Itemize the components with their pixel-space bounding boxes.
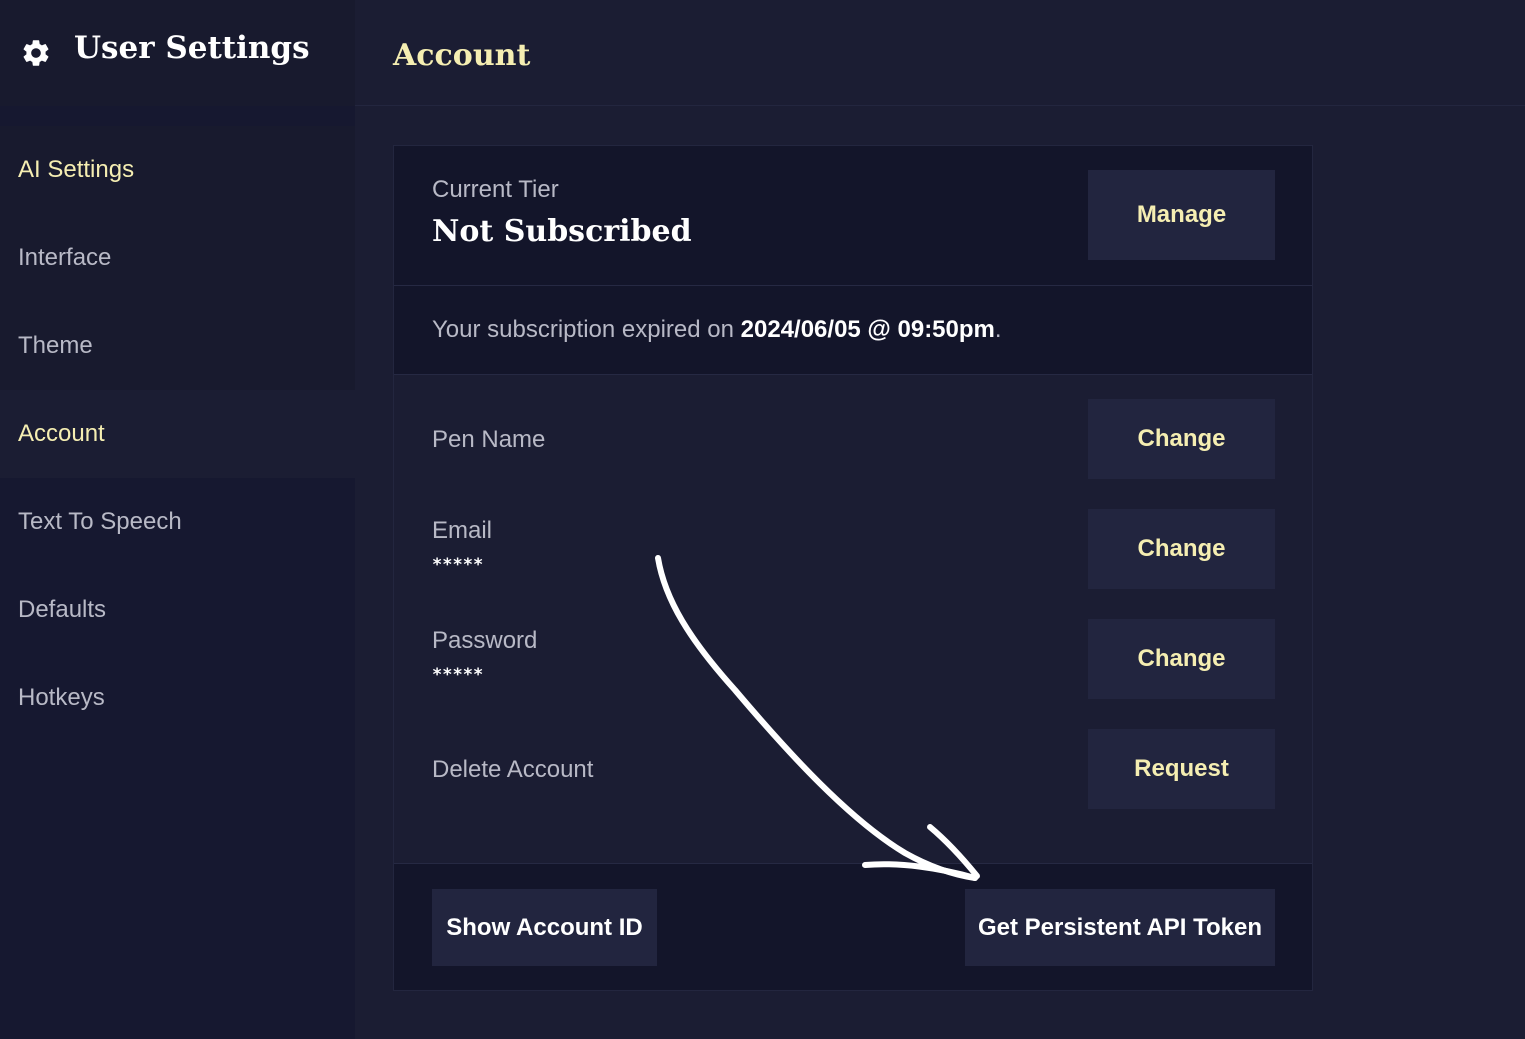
expiry-section: Your subscription expired on 2024/06/05 …: [394, 286, 1312, 375]
sidebar-item-account[interactable]: Account: [0, 390, 355, 478]
sidebar-item-hotkeys[interactable]: Hotkeys: [0, 654, 355, 742]
gear-icon: [23, 40, 49, 66]
sidebar-item-interface[interactable]: Interface: [0, 214, 355, 302]
sidebar-item-theme[interactable]: Theme: [0, 302, 355, 390]
sidebar-item-ai-settings[interactable]: AI Settings: [0, 126, 355, 214]
expiry-suffix: .: [994, 316, 1002, 343]
sidebar: User Settings AI Settings Interface Them…: [0, 0, 355, 1039]
sidebar-item-defaults[interactable]: Defaults: [0, 566, 355, 654]
account-panel: Current Tier Not Subscribed Manage Your …: [393, 145, 1313, 991]
change-password-button[interactable]: Change: [1088, 619, 1275, 699]
main-header: Account: [355, 0, 1525, 106]
get-persistent-api-token-button[interactable]: Get Persistent API Token: [965, 889, 1275, 966]
change-email-button[interactable]: Change: [1088, 509, 1275, 589]
tier-section: Current Tier Not Subscribed Manage: [394, 146, 1312, 286]
expiry-prefix: Your subscription expired on: [432, 316, 734, 343]
fields-section: Pen Name Change Email ***** Change Passw…: [394, 375, 1312, 863]
current-tier-label: Current Tier: [432, 176, 559, 203]
expiry-date: 2024/06/05 @ 09:50pm: [740, 316, 995, 343]
current-tier-value: Not Subscribed: [432, 214, 692, 249]
email-value: *****: [432, 555, 484, 575]
expiry-text: Your subscription expired on 2024/06/05 …: [432, 316, 1002, 344]
sidebar-item-text-to-speech[interactable]: Text To Speech: [0, 478, 355, 566]
email-label: Email: [432, 517, 493, 544]
sidebar-header: User Settings: [0, 0, 355, 106]
pen-name-label: Pen Name: [432, 426, 546, 453]
sidebar-title: User Settings: [74, 30, 310, 66]
change-pen-name-button[interactable]: Change: [1088, 399, 1275, 479]
show-account-id-button[interactable]: Show Account ID: [432, 889, 657, 966]
password-value: *****: [432, 665, 484, 685]
request-delete-button[interactable]: Request: [1088, 729, 1275, 809]
footer-section: Show Account ID Get Persistent API Token: [394, 863, 1312, 990]
password-label: Password: [432, 627, 538, 654]
page-title: Account: [393, 38, 531, 73]
manage-button[interactable]: Manage: [1088, 170, 1275, 260]
delete-account-label: Delete Account: [432, 756, 594, 783]
